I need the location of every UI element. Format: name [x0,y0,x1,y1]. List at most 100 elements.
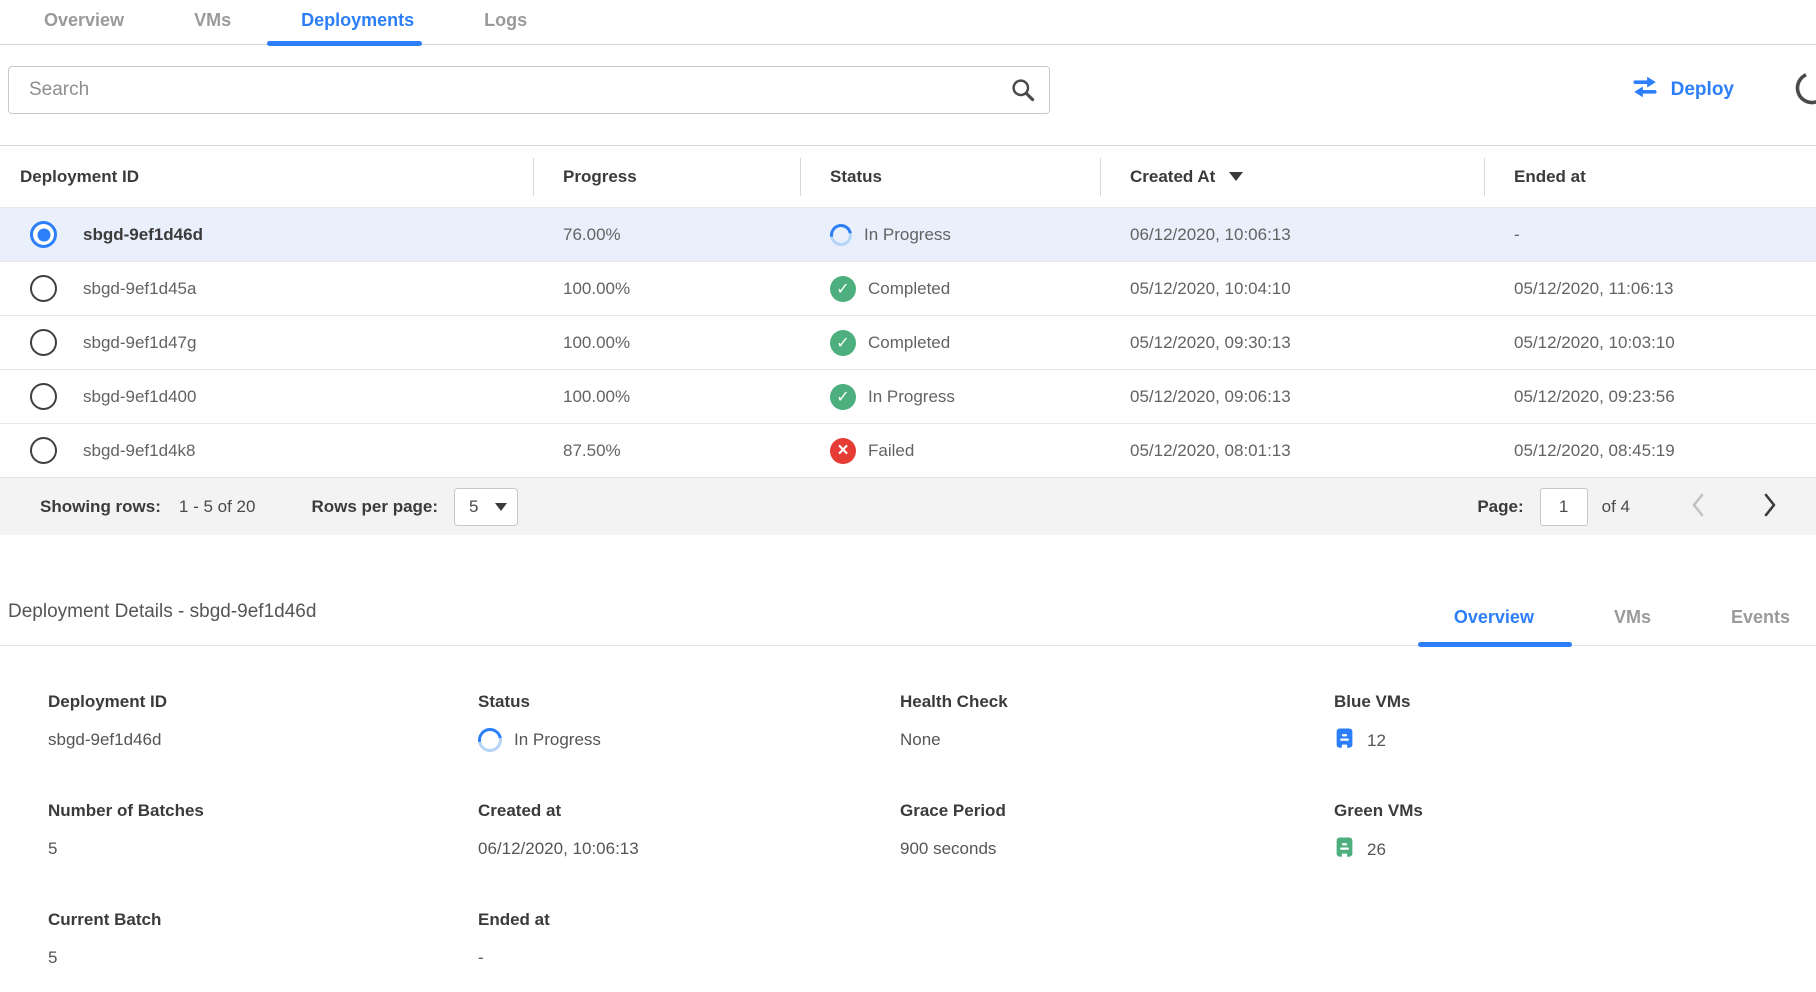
status-label: Completed [868,333,950,353]
field-value: 06/12/2020, 10:06:13 [478,836,900,862]
chevron-down-icon [495,503,507,511]
showing-rows-label: Showing rows: [40,497,161,517]
table-footer: Showing rows: 1 - 5 of 20 Rows per page:… [0,477,1816,535]
column-header-status[interactable]: Status [800,146,1100,207]
tab-overview[interactable]: Overview [40,10,128,44]
ended-at-cell: 05/12/2020, 08:45:19 [1484,441,1816,461]
field-value-text: 900 seconds [900,839,996,859]
field-status: Status In Progress [478,692,900,755]
deployment-details-title: Deployment Details - sbgd-9ef1d46d [8,601,1374,645]
status-error-icon: × [830,438,856,464]
ended-at-cell: 05/12/2020, 11:06:13 [1484,279,1816,299]
row-radio[interactable] [30,437,57,464]
field-value-text: 26 [1367,840,1386,860]
details-tab-overview[interactable]: Overview [1454,607,1534,645]
field-label: Status [478,692,900,712]
status-spinner-icon [473,723,506,756]
progress-cell: 100.00% [533,387,800,407]
field-label: Blue VMs [1334,692,1816,712]
created-at-cell: 05/12/2020, 10:04:10 [1100,279,1484,299]
next-page-button[interactable] [1758,492,1782,521]
row-radio-selected[interactable] [30,221,57,248]
field-label: Grace Period [900,801,1334,821]
main-tab-bar: Overview VMs Deployments Logs [0,0,1816,45]
details-tab-vms[interactable]: VMs [1614,607,1651,645]
field-value-text: 5 [48,839,57,859]
field-value: 26 [1334,836,1816,864]
deployment-id-cell: sbgd-9ef1d46d [83,225,203,245]
status-check-icon: ✓ [830,384,856,410]
search-input[interactable] [8,66,1050,114]
field-value-text: None [900,730,941,750]
table-row[interactable]: sbgd-9ef1d4k8 87.50% × Failed 05/12/2020… [0,423,1816,477]
field-grace-period: Grace Period 900 seconds [900,801,1334,864]
field-value: 12 [1334,727,1816,755]
showing-rows-value: 1 - 5 of 20 [179,497,256,517]
status-label: In Progress [864,225,951,245]
created-at-cell: 05/12/2020, 09:30:13 [1100,333,1484,353]
page-label: Page: [1477,497,1523,517]
table-row[interactable]: sbgd-9ef1d47g 100.00% ✓ Completed 05/12/… [0,315,1816,369]
ended-at-cell: 05/12/2020, 10:03:10 [1484,333,1816,353]
column-header-progress[interactable]: Progress [533,146,800,207]
status-spinner-icon [826,219,857,250]
field-value: None [900,727,1334,753]
field-value: - [478,945,900,971]
status-label: Completed [868,279,950,299]
progress-cell: 100.00% [533,333,800,353]
table-row[interactable]: sbgd-9ef1d45a 100.00% ✓ Completed 05/12/… [0,261,1816,315]
previous-page-button[interactable] [1686,492,1710,521]
total-pages-label: of 4 [1602,497,1630,517]
status-label: Failed [868,441,914,461]
row-radio[interactable] [30,275,57,302]
field-value-text: - [478,948,484,968]
status-cell: ✓ In Progress [800,384,1100,410]
column-header-created-at[interactable]: Created At [1100,146,1484,207]
table-row[interactable]: sbgd-9ef1d400 100.00% ✓ In Progress 05/1… [0,369,1816,423]
row-radio[interactable] [30,383,57,410]
details-tab-events[interactable]: Events [1731,607,1790,645]
sort-desc-icon [1229,172,1243,181]
status-cell: × Failed [800,438,1100,464]
field-number-of-batches: Number of Batches 5 [48,801,478,864]
field-label: Current Batch [48,910,478,930]
tab-logs[interactable]: Logs [480,10,531,44]
search-icon [1009,76,1036,108]
deploy-button[interactable]: Deploy [1631,75,1734,105]
field-label: Health Check [900,692,1334,712]
rows-per-page-select[interactable]: 5 [454,488,518,526]
status-check-icon: ✓ [830,330,856,356]
deployment-id-cell: sbgd-9ef1d45a [83,279,196,299]
progress-cell: 76.00% [533,225,800,245]
deployment-details-header: Deployment Details - sbgd-9ef1d46d Overv… [0,601,1816,646]
field-label: Green VMs [1334,801,1816,821]
column-header-created-at-label: Created At [1130,167,1215,187]
field-green-vms: Green VMs 26 [1334,801,1816,864]
field-ended-at: Ended at - [478,910,900,971]
tab-vms[interactable]: VMs [190,10,235,44]
field-created-at: Created at 06/12/2020, 10:06:13 [478,801,900,864]
field-value: 5 [48,945,478,971]
table-row[interactable]: sbgd-9ef1d46d 76.00% In Progress 06/12/2… [0,207,1816,261]
field-deployment-id: Deployment ID sbgd-9ef1d46d [48,692,478,755]
field-label: Created at [478,801,900,821]
status-cell: ✓ Completed [800,330,1100,356]
field-label: Ended at [478,910,900,930]
rows-per-page-value: 5 [469,497,478,517]
status-check-icon: ✓ [830,276,856,302]
field-value: sbgd-9ef1d46d [48,727,478,753]
page-number-input[interactable] [1540,488,1588,526]
refresh-icon[interactable] [1792,68,1816,113]
deployments-table: Deployment ID Progress Status Created At… [0,145,1816,535]
column-header-ended-at[interactable]: Ended at [1484,146,1816,207]
tab-deployments[interactable]: Deployments [297,10,418,44]
search-input-wrapper [8,66,1050,114]
progress-cell: 100.00% [533,279,800,299]
row-radio[interactable] [30,329,57,356]
field-value-text: In Progress [514,730,601,750]
field-value-text: sbgd-9ef1d46d [48,730,161,750]
column-header-deployment-id[interactable]: Deployment ID [0,146,533,207]
status-label: In Progress [868,387,955,407]
field-label: Number of Batches [48,801,478,821]
ended-at-cell: - [1484,225,1816,245]
